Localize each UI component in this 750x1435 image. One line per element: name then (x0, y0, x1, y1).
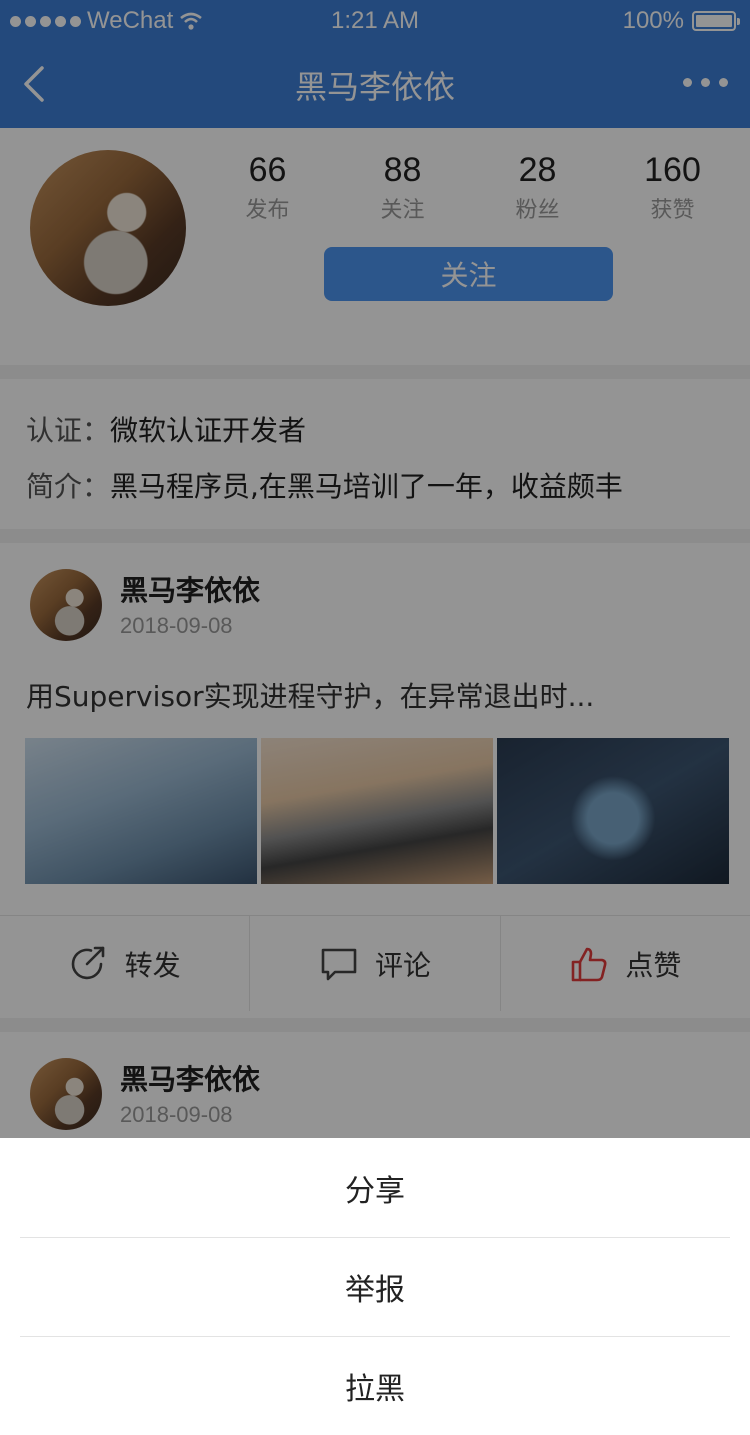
sheet-item-share[interactable]: 分享 (20, 1138, 730, 1237)
sheet-item-report[interactable]: 举报 (20, 1237, 730, 1336)
action-sheet: 分享 举报 拉黑 (0, 1138, 750, 1435)
sheet-item-block[interactable]: 拉黑 (20, 1336, 730, 1435)
